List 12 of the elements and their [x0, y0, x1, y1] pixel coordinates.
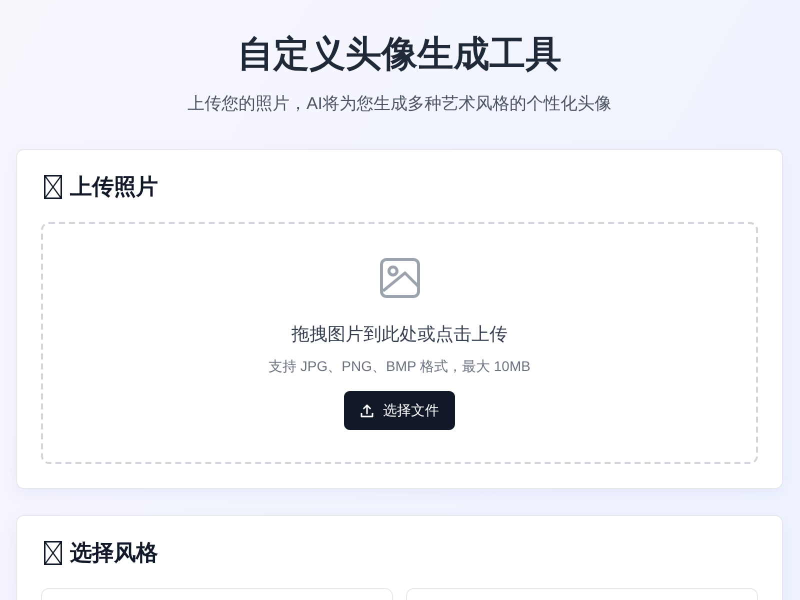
upload-icon — [360, 404, 374, 418]
choose-file-button[interactable]: 选择文件 — [344, 391, 455, 430]
section-heading: 上传照片 — [70, 173, 158, 201]
upload-dropzone[interactable]: 拖拽图片到此处或点击上传 支持 JPG、PNG、BMP 格式，最大 10MB 选择文件 — [41, 222, 758, 464]
page-title: 自定义头像生成工具 — [236, 32, 562, 76]
image-icon — [380, 258, 420, 298]
crossed-box-icon — [44, 541, 62, 565]
page-subtitle: 上传您的照片，AI将为您生成多种艺术风格的个性化头像 — [186, 93, 613, 115]
crossed-box-icon — [44, 175, 62, 199]
dropzone-prompt: 拖拽图片到此处或点击上传 — [292, 323, 508, 346]
section-heading: 选择风格 — [70, 539, 158, 567]
format-hint: 支持 JPG、PNG、BMP 格式，最大 10MB — [268, 357, 530, 376]
